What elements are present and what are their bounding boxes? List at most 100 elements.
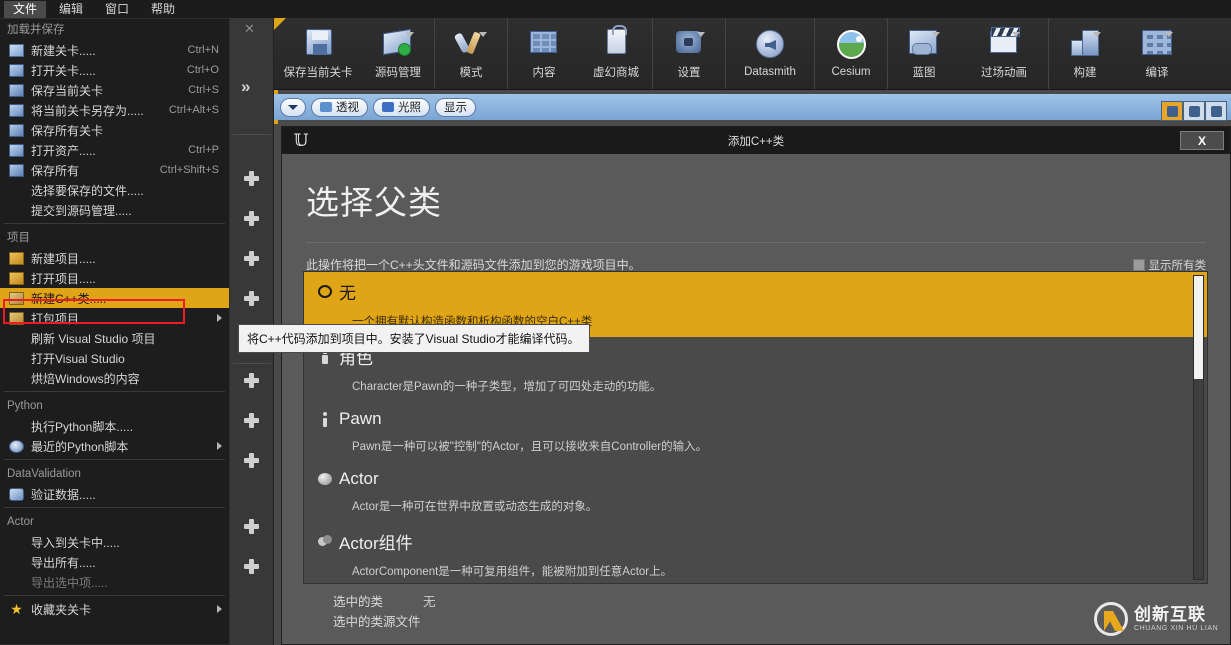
menu-bar-item-3[interactable]: 帮助 [142,1,184,18]
close-button[interactable]: X [1180,131,1224,150]
panel-divider [233,134,271,135]
add-actor-button[interactable] [244,519,259,534]
viewport-button-perspective-icon[interactable]: 透视 [311,97,368,117]
menu-item-recent-python-icon-2-1[interactable]: 最近的Python脚本 [0,436,229,456]
viewport-button-label: 透视 [336,102,359,114]
dialog-footer: 选中的类 无 选中的类源文件 [303,592,1208,632]
translate-gizmo-icon[interactable] [1161,101,1183,121]
menu-item-save-all-levels-icon-0-4[interactable]: 保存所有关卡 [0,120,229,140]
class-list-scrollbar[interactable] [1193,275,1204,580]
toolbar-button-label: 构建 [1073,67,1097,79]
checkbox-icon[interactable] [1132,258,1145,271]
menu-item-label: 收藏夹关卡 [31,602,92,617]
menu-bar-item-0[interactable]: 文件 [4,0,47,18]
toolbar-button-compile-icon[interactable]: 编译 [1121,18,1193,90]
menu-item-favorite-levels-icon-5-0[interactable]: ★ 收藏夹关卡 [0,599,229,619]
class-item-description: Character是Pawn的一种子类型，增加了可四处走动的功能。 [352,381,662,393]
toolbar-group-6: 蓝图 过场动画 [888,18,1049,89]
menu-item-label: 导出选中项..... [31,575,108,590]
menu-item-save-as-icon-0-3[interactable]: 将当前关卡另存为..... Ctrl+Alt+S [0,100,229,120]
watermark-logo-icon [1094,602,1128,636]
toolbar-group-0: 保存当前关卡 源码管理 [274,18,435,89]
chevron-down-icon[interactable] [479,32,487,37]
file-menu[interactable]: 加载并保存 新建关卡..... Ctrl+N 打开关卡..... Ctrl+O 保存当前关… [0,18,230,645]
toolbar-button-cinematics-icon[interactable]: 过场动画 [960,18,1048,90]
chevron-down-icon[interactable] [406,32,414,37]
add-actor-button[interactable] [244,559,259,574]
chevron-down-icon[interactable] [932,32,940,37]
scale-gizmo-icon[interactable] [1205,101,1227,121]
toolbar-button-build-icon[interactable]: 构建 [1049,18,1121,90]
menu-item-open-level-icon-0-1[interactable]: 打开关卡..... Ctrl+O [0,60,229,80]
class-list-item-2[interactable]: Pawn Pawn是一种可以被"控制"的Actor，且可以接收来自Controll… [304,402,1207,462]
new-cpp-class-icon [8,291,26,306]
cinematics-icon [986,27,1022,61]
menu-item-new-level-icon-0-0[interactable]: 新建关卡..... Ctrl+N [0,40,229,60]
close-icon[interactable]: ✕ [244,21,255,37]
menu-item-plain-0-7[interactable]: 选择要保存的文件..... [0,180,229,200]
add-actor-button[interactable] [244,291,259,306]
menu-item-open-asset-icon-0-5[interactable]: 打开资产..... Ctrl+P [0,140,229,160]
toolbar-button-cesium-icon[interactable]: Cesium [815,18,887,90]
toolbar-button-content-icon[interactable]: 内容 [508,18,580,90]
menu-item-save-all-icon-0-6[interactable]: 保存所有 Ctrl+Shift+S [0,160,229,180]
toolbar-button-label: 过场动画 [981,67,1027,79]
menu-bar-item-2[interactable]: 窗口 [96,1,138,18]
add-actor-button[interactable] [244,211,259,226]
scrollbar-thumb[interactable] [1194,276,1203,379]
toolbar-button-source-control-icon[interactable]: 源码管理 [362,18,434,90]
class-list-item-4[interactable]: Actor组件 ActorComponent是一种可复用组件，能被附加到任意Act… [304,522,1207,583]
toolbar-button-datasmith-icon[interactable]: Datasmith [726,18,814,90]
menu-item-plain-1-4[interactable]: 刷新 Visual Studio 项目 [0,328,229,348]
parent-class-list[interactable]: 无一个拥有默认构造函数和析构函数的空白C++类 角色 Character是Pawn的… [303,271,1208,584]
chevron-down-icon[interactable] [1012,32,1020,37]
menu-item-plain-1-5[interactable]: 打开Visual Studio [0,348,229,368]
toolbar-button-marketplace-icon[interactable]: 虚幻商城 [580,18,652,90]
menu-item-plain-1-6[interactable]: 烘焙Windows的内容 [0,368,229,388]
menu-item-plain-4-1[interactable]: 导出所有..... [0,552,229,572]
toolbar-button-blueprints-icon[interactable]: 蓝图 [888,18,960,90]
chevron-down-icon[interactable] [697,32,705,37]
add-actor-button[interactable] [244,413,259,428]
add-actor-button[interactable] [244,251,259,266]
menu-item-plain-4-0[interactable]: 导入到关卡中..... [0,532,229,552]
menu-item-package-project-icon-1-3[interactable]: 打包项目 [0,308,229,328]
chevron-down-icon[interactable] [1093,32,1101,37]
panel-divider [233,363,271,364]
selected-class-value: 无 [423,595,436,609]
add-actor-button[interactable] [244,453,259,468]
class-list-item-3[interactable]: Actor Actor是一种可在世界中放置或动态生成的对象。 [304,462,1207,522]
add-actor-button[interactable] [244,373,259,388]
menu-bar-item-1[interactable]: 编辑 [50,1,92,18]
menu-item-new-cpp-class-icon-1-2[interactable]: 新建C++类..... [0,288,229,308]
menu-item-validate-data-icon-3-0[interactable]: 验证数据..... [0,484,229,504]
app-root: 文件 编辑 窗口 帮助 保存当前关卡 源码管理 模式 内容 虚幻商城 设置 Datasmith Ce… [0,0,1231,645]
menu-item-label: 将当前关卡另存为..... [31,103,144,118]
actor-component-class-icon [318,534,332,549]
menu-item-save-icon-0-2[interactable]: 保存当前关卡 Ctrl+S [0,80,229,100]
toolbar-group-4: Datasmith [726,18,815,89]
class-item-title-row: Pawn [318,409,1193,429]
sync-badge-icon [398,43,411,56]
rotate-gizmo-icon[interactable] [1183,101,1205,121]
selected-class-label: 选中的类 [333,595,384,609]
menu-item-plain-0-8[interactable]: 提交到源码管理..... [0,200,229,220]
chevron-right-icon [217,314,222,322]
modes-icon [453,27,489,61]
add-actor-button[interactable] [244,171,259,186]
chevron-right-icon [217,442,222,450]
menu-item-plain-2-0[interactable]: 执行Python脚本..... [0,416,229,436]
viewport-button-lit-icon[interactable]: 光照 [373,97,430,117]
double-chevron-right-icon[interactable]: » [241,77,250,97]
viewport-button-show-icon[interactable]: 显示 [435,97,476,117]
menu-item-new-project-icon-1-0[interactable]: 新建项目..... [0,248,229,268]
toolbar-button-label: 编译 [1145,67,1169,79]
menu-item-open-project-icon-1-1[interactable]: 打开项目..... [0,268,229,288]
toolbar-button-modes-icon[interactable]: 模式 [435,18,507,90]
menu-item-plain-4-2[interactable]: 导出选中项..... [0,572,229,592]
chevron-down-icon[interactable] [1165,32,1173,37]
toolbar-button-settings-icon[interactable]: 设置 [653,18,725,90]
toolbar-button-save-current-level-icon[interactable]: 保存当前关卡 [274,18,362,90]
menu-separator [4,507,225,508]
viewport-options-button[interactable] [280,97,306,117]
